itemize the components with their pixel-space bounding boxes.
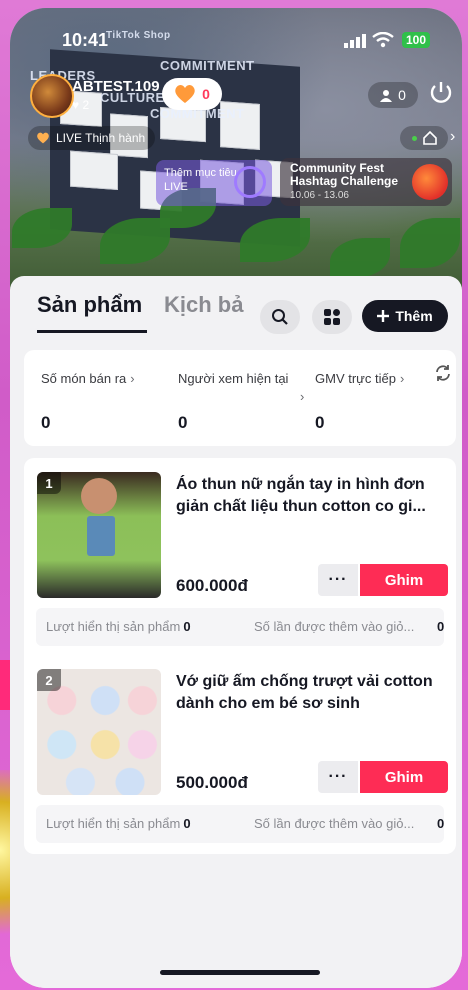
product-title[interactable]: Vớ giữ ấm chống trượt vải cotton dành ch… bbox=[176, 671, 444, 715]
chevron-right-icon[interactable]: › bbox=[450, 128, 455, 146]
trending-label: LIVE Thịnh hành bbox=[56, 131, 146, 145]
product-item[interactable]: 2 Vớ giữ ấm chống trượt vải cotton dành … bbox=[24, 663, 456, 859]
green-dot-icon bbox=[411, 135, 417, 141]
pin-product-button[interactable]: Ghim bbox=[360, 761, 448, 793]
wifi-icon bbox=[372, 31, 394, 53]
metric-impressions: Lượt hiển thị sản phẩm 0 bbox=[46, 619, 191, 634]
battery-indicator: 100 bbox=[402, 32, 431, 48]
metric-added-to-cart: Số lần được thêm vào giỏ... 0 bbox=[254, 816, 444, 831]
search-icon bbox=[272, 309, 288, 325]
tab-products[interactable]: Sản phẩm bbox=[37, 292, 142, 318]
viewer-count-pill[interactable]: 0 bbox=[368, 82, 418, 108]
chevron-right-icon: › bbox=[300, 389, 305, 404]
layout-grid-button[interactable] bbox=[312, 300, 352, 334]
phone-screen: TikTok Shop LEADERS COMMITMENT CULTURE C… bbox=[10, 8, 462, 988]
product-price: 500.000đ bbox=[176, 773, 248, 792]
metric-label: Số lần được thêm vào giỏ... bbox=[254, 619, 415, 634]
streamer-avatar[interactable] bbox=[30, 74, 74, 118]
add-button-label: Thêm bbox=[395, 308, 433, 324]
stat-label: Số món bán ra bbox=[41, 371, 127, 386]
chevron-right-icon: › bbox=[399, 371, 405, 386]
streamer-likes-count: 2 bbox=[82, 98, 90, 112]
plus-icon bbox=[377, 310, 390, 322]
status-bar: 10:41 100 bbox=[10, 28, 462, 52]
plant-leaf bbox=[400, 218, 460, 268]
grid-icon bbox=[324, 309, 340, 325]
metric-value: 0 bbox=[183, 619, 191, 634]
board-paper bbox=[70, 150, 118, 191]
metric-label: Lượt hiển thị sản phẩm bbox=[46, 619, 181, 634]
product-rank-badge: 1 bbox=[37, 472, 61, 494]
live-stats-card: Số món bán ra › 0 Người xem hiện tại › 0 … bbox=[24, 350, 456, 446]
metric-label: Lượt hiển thị sản phẩm bbox=[46, 816, 181, 831]
metric-label: Số lần được thêm vào giỏ... bbox=[254, 816, 415, 831]
live-trending-pill[interactable]: LIVE Thịnh hành bbox=[28, 126, 156, 150]
active-tab-underline bbox=[37, 330, 147, 333]
community-fest-banner[interactable]: Community Fest Hashtag Challenge 10.06 -… bbox=[280, 158, 452, 206]
stat-value: 0 bbox=[178, 413, 188, 432]
product-title[interactable]: Áo thun nữ ngắn tay in hình đơn giản chấ… bbox=[176, 474, 444, 518]
metric-impressions: Lượt hiển thị sản phẩm 0 bbox=[46, 816, 191, 831]
heart-count: 0 bbox=[202, 86, 210, 102]
search-button[interactable] bbox=[260, 300, 300, 334]
metric-added-to-cart: Số lần được thêm vào giỏ... 0 bbox=[254, 619, 444, 634]
pin-product-button[interactable]: Ghim bbox=[360, 564, 448, 596]
plant-leaf bbox=[330, 238, 390, 278]
more-options-button[interactable]: ··· bbox=[318, 761, 358, 793]
model-head bbox=[81, 478, 117, 514]
stat-value: 0 bbox=[41, 413, 51, 432]
heart-counter-pill[interactable]: 0 bbox=[162, 78, 222, 110]
streamer-likes: ♥ 2 bbox=[72, 98, 89, 112]
product-item[interactable]: 1 Áo thun nữ ngắn tay in hình đơn giản c… bbox=[24, 466, 456, 662]
add-product-button[interactable]: Thêm bbox=[362, 300, 448, 332]
stat-current-viewers[interactable]: Người xem hiện tại › 0 bbox=[178, 370, 304, 431]
product-list: 1 Áo thun nữ ngắn tay in hình đơn giản c… bbox=[24, 458, 456, 854]
more-options-button[interactable]: ··· bbox=[318, 564, 358, 596]
product-rank-badge: 2 bbox=[37, 669, 61, 691]
metric-value: 0 bbox=[437, 816, 445, 831]
metric-value: 0 bbox=[183, 816, 191, 831]
stat-label: Người xem hiện tại bbox=[178, 371, 289, 386]
viewer-count: 0 bbox=[398, 87, 406, 103]
heart-orange-icon bbox=[37, 132, 49, 144]
home-icon bbox=[422, 131, 437, 145]
frame-glow bbox=[0, 660, 10, 710]
stat-live-gmv[interactable]: GMV trực tiếp › 0 bbox=[315, 370, 425, 431]
stat-items-sold[interactable]: Số món bán ra › 0 bbox=[41, 370, 161, 431]
product-metrics: Lượt hiển thị sản phẩm 0 Số lần được thêm… bbox=[36, 608, 444, 646]
cellular-signal-icon bbox=[344, 34, 366, 53]
fest-mascot-icon bbox=[412, 164, 448, 200]
product-metrics: Lượt hiển thị sản phẩm 0 Số lần được thêm… bbox=[36, 805, 444, 843]
streamer-name[interactable]: ABTEST.109 bbox=[72, 78, 160, 95]
add-live-goal-card[interactable]: Thêm mục tiêu LIVE bbox=[156, 160, 272, 206]
heart-small-icon: ♥ bbox=[72, 98, 80, 112]
shirt-print bbox=[87, 516, 115, 556]
tab-script[interactable]: Kịch bả bbox=[164, 292, 243, 318]
heart-icon bbox=[175, 85, 195, 103]
plant-leaf bbox=[12, 208, 72, 248]
refresh-icon[interactable] bbox=[434, 364, 452, 387]
person-icon bbox=[380, 89, 393, 102]
goal-ring-icon bbox=[234, 166, 266, 198]
metric-value: 0 bbox=[437, 619, 445, 634]
product-price: 600.000đ bbox=[176, 576, 248, 595]
stat-value: 0 bbox=[315, 413, 325, 432]
status-time: 10:41 bbox=[62, 30, 109, 50]
chevron-right-icon: › bbox=[130, 371, 135, 386]
board-text-commitment: COMMITMENT bbox=[160, 58, 255, 73]
home-indicator[interactable] bbox=[160, 970, 320, 975]
stat-label: GMV trực tiếp bbox=[315, 371, 396, 386]
shop-shortcut-pill[interactable] bbox=[400, 126, 448, 150]
end-live-power-icon[interactable] bbox=[428, 80, 454, 111]
